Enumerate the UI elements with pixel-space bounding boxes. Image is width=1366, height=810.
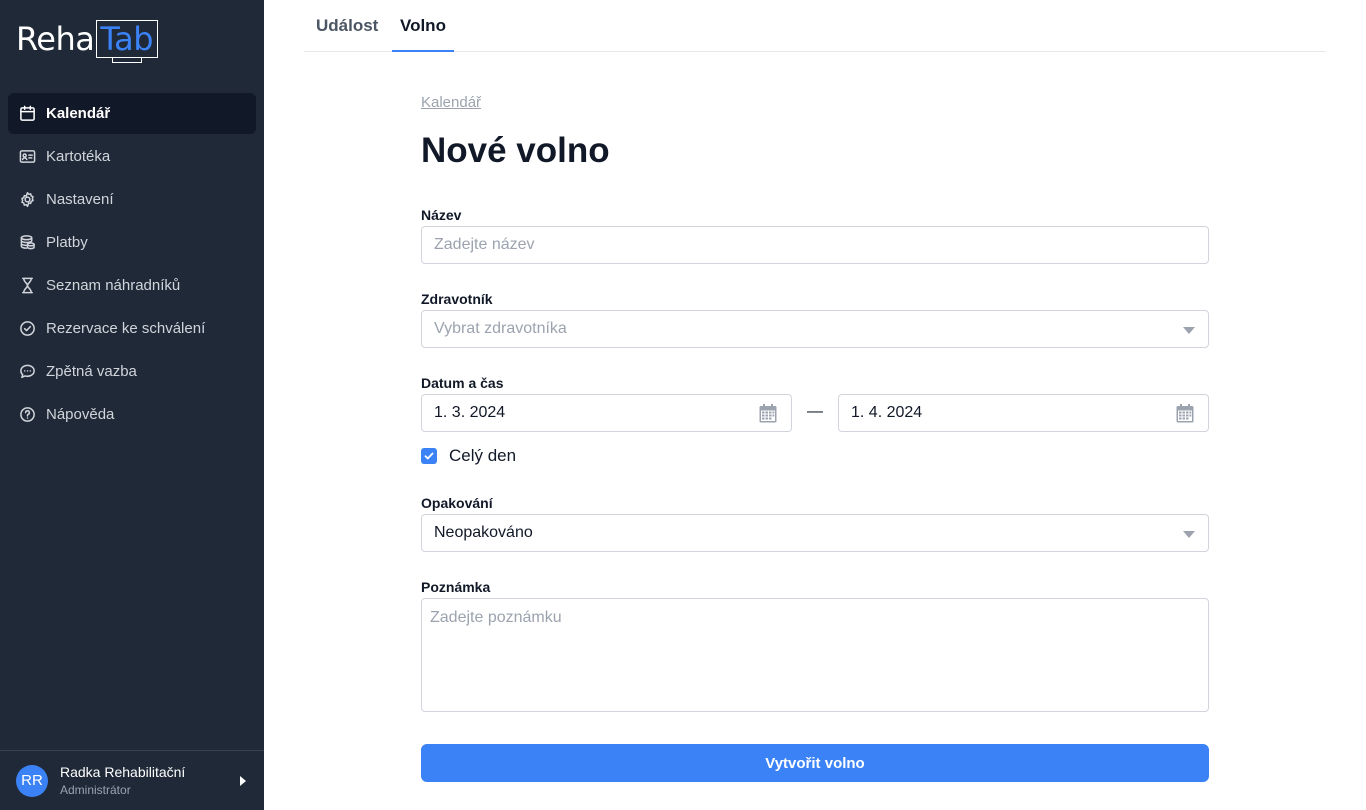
sidebar-item-settings[interactable]: Nastavení	[8, 179, 256, 220]
name-input[interactable]: Zadejte název	[421, 226, 1209, 264]
sidebar-item-label: Kalendář	[46, 105, 111, 122]
sidebar-item-label: Platby	[46, 234, 88, 251]
name-label: Název	[421, 207, 462, 223]
logo-text-reha: Reha	[16, 20, 95, 58]
chat-bubble-icon	[18, 363, 36, 381]
logo[interactable]: Reha Tab	[16, 20, 159, 62]
repeat-value: Neopakováno	[434, 524, 533, 541]
date-to-value: 1. 4. 2024	[851, 404, 923, 421]
calendar-icon	[18, 105, 36, 123]
page-title: Nové volno	[421, 131, 610, 170]
sidebar-item-label: Kartotéka	[46, 148, 111, 165]
tab-time-off[interactable]: Volno	[392, 0, 454, 52]
name-placeholder: Zadejte název	[434, 236, 535, 253]
date-from-input[interactable]: 1. 3. 2024	[421, 394, 792, 432]
caret-down-icon	[1183, 531, 1195, 538]
calendar-icon[interactable]	[759, 404, 777, 423]
hourglass-icon	[18, 277, 36, 295]
chevron-right-icon[interactable]	[240, 775, 246, 786]
datetime-label: Datum a čas	[421, 375, 504, 391]
note-label: Poznámka	[421, 579, 491, 595]
repeat-label: Opakování	[421, 495, 493, 511]
user-name: Radka Rehabilitační	[60, 764, 186, 780]
sidebar-item-payments[interactable]: Platby	[8, 222, 256, 263]
caret-down-icon	[1183, 327, 1195, 334]
note-placeholder: Zadejte poznámku	[430, 609, 562, 626]
id-card-icon	[18, 148, 36, 166]
tab-event[interactable]: Událost	[308, 0, 386, 52]
check-circle-icon	[18, 320, 36, 338]
sidebar-item-feedback[interactable]: Zpětná vazba	[8, 351, 256, 392]
worker-placeholder: Vybrat zdravotníka	[434, 320, 567, 337]
sidebar-item-label: Nápověda	[46, 406, 115, 423]
sidebar-item-help[interactable]: Nápověda	[8, 394, 256, 435]
date-to-input[interactable]: 1. 4. 2024	[838, 394, 1209, 432]
user-info: Radka Rehabilitační Administrátor	[60, 763, 240, 798]
calendar-icon[interactable]	[1176, 404, 1194, 423]
worker-select[interactable]: Vybrat zdravotníka	[421, 310, 1209, 348]
sidebar-item-waitlist[interactable]: Seznam náhradníků	[8, 265, 256, 306]
create-time-off-button[interactable]: Vytvořit volno	[421, 744, 1209, 782]
tab-bar: Událost Volno	[304, 0, 1326, 52]
repeat-select[interactable]: Neopakováno	[421, 514, 1209, 552]
worker-label: Zdravotník	[421, 291, 493, 307]
sidebar-item-calendar[interactable]: Kalendář	[8, 93, 256, 134]
all-day-checkbox[interactable]	[421, 448, 437, 464]
date-range-separator: —	[807, 403, 823, 420]
sidebar: Reha Tab Kalendář Kartotéka Nastavení Pl…	[0, 0, 264, 810]
gear-icon	[18, 191, 36, 209]
user-role: Administrátor	[60, 783, 131, 797]
note-textarea[interactable]: Zadejte poznámku	[421, 598, 1209, 712]
avatar: RR	[16, 764, 48, 797]
help-circle-icon	[18, 406, 36, 424]
coins-icon	[18, 234, 36, 252]
all-day-label[interactable]: Celý den	[449, 446, 516, 466]
date-from-value: 1. 3. 2024	[434, 404, 506, 421]
sidebar-item-label: Rezervace ke schválení	[46, 320, 206, 337]
user-menu[interactable]: RR Radka Rehabilitační Administrátor	[0, 750, 264, 810]
sidebar-item-label: Seznam náhradníků	[46, 277, 181, 294]
breadcrumb[interactable]: Kalendář	[421, 94, 481, 111]
check-icon	[424, 452, 434, 460]
sidebar-item-label: Zpětná vazba	[46, 363, 137, 380]
logo-text-tab: Tab	[96, 20, 159, 58]
sidebar-item-records[interactable]: Kartotéka	[8, 136, 256, 177]
sidebar-item-pending-reservations[interactable]: Rezervace ke schválení	[8, 308, 256, 349]
sidebar-nav: Kalendář Kartotéka Nastavení Platby Sezn…	[8, 93, 256, 437]
sidebar-item-label: Nastavení	[46, 191, 114, 208]
